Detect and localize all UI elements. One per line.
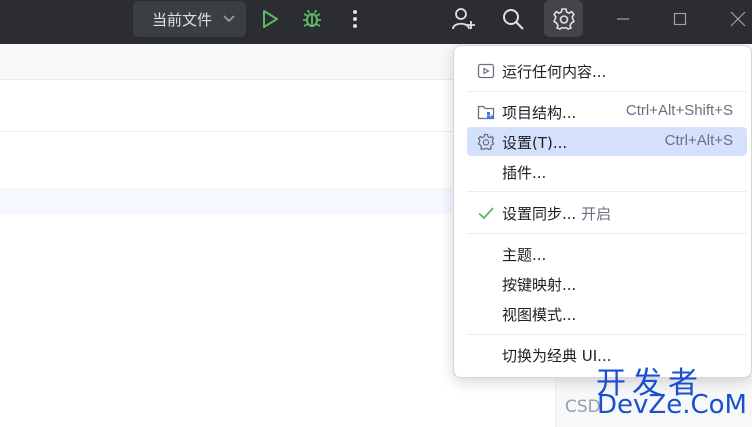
run-button[interactable] bbox=[255, 4, 285, 34]
project-structure-icon bbox=[477, 105, 495, 120]
maximize-button[interactable] bbox=[665, 4, 695, 34]
settings-sync-status: 开启 bbox=[581, 205, 612, 223]
close-button[interactable] bbox=[723, 4, 752, 34]
menu-item-label: 插件... bbox=[502, 164, 547, 182]
menu-item-label: 项目结构... bbox=[502, 104, 577, 122]
menu-item-theme[interactable]: 主题... bbox=[467, 239, 747, 268]
menu-item-plugins[interactable]: 插件... bbox=[467, 157, 747, 186]
debug-icon bbox=[303, 9, 321, 27]
debug-button[interactable] bbox=[297, 4, 327, 34]
gear-icon bbox=[552, 7, 575, 30]
menu-separator bbox=[467, 233, 747, 234]
menu-item-label: 视图模式... bbox=[502, 306, 577, 324]
menu-item-keymap[interactable]: 按键映射... bbox=[467, 269, 747, 298]
add-user-icon bbox=[452, 8, 475, 30]
run-icon bbox=[263, 10, 278, 28]
check-icon bbox=[478, 207, 494, 220]
menu-item-shortcut: Ctrl+Alt+Shift+S bbox=[625, 102, 733, 119]
main-menu-popup: 运行任何内容... 项目结构... Ctrl+Alt+Shift+S 设置(T)… bbox=[453, 45, 752, 378]
maximize-icon bbox=[673, 12, 687, 26]
more-actions-button[interactable] bbox=[340, 4, 370, 34]
more-vertical-icon bbox=[353, 10, 357, 28]
code-with-me-button[interactable] bbox=[449, 4, 479, 34]
chevron-down-icon bbox=[223, 15, 235, 23]
menu-item-run-anything[interactable]: 运行任何内容... bbox=[467, 56, 747, 85]
settings-button[interactable] bbox=[544, 0, 583, 37]
run-anything-icon bbox=[477, 63, 495, 79]
menu-item-label: 运行任何内容... bbox=[502, 63, 607, 81]
menu-separator bbox=[467, 91, 747, 92]
run-configuration-selector[interactable]: 当前文件 bbox=[133, 1, 246, 37]
menu-item-label: 设置同步... 开启 bbox=[502, 203, 611, 224]
gear-icon bbox=[477, 133, 495, 151]
search-icon bbox=[503, 9, 524, 30]
menu-item-project-structure[interactable]: 项目结构... Ctrl+Alt+Shift+S bbox=[467, 97, 747, 126]
run-configuration-label: 当前文件 bbox=[152, 11, 213, 29]
menu-item-view-mode[interactable]: 视图模式... bbox=[467, 299, 747, 328]
close-icon bbox=[730, 11, 746, 27]
menu-item-settings[interactable]: 设置(T)... Ctrl+Alt+S bbox=[467, 127, 747, 156]
menu-item-label: 主题... bbox=[502, 246, 547, 264]
watermark-site: DevZe.CoM bbox=[597, 390, 747, 420]
menu-item-settings-sync[interactable]: 设置同步... 开启 bbox=[467, 198, 747, 227]
menu-separator bbox=[467, 191, 747, 192]
menu-item-label: 设置(T)... bbox=[502, 134, 568, 152]
menu-item-shortcut: Ctrl+Alt+S bbox=[664, 132, 733, 149]
search-button[interactable] bbox=[498, 4, 528, 34]
settings-sync-label: 设置同步... bbox=[502, 205, 577, 223]
minimize-button[interactable] bbox=[608, 4, 638, 34]
title-bar: 当前文件 bbox=[0, 0, 752, 44]
menu-item-label: 按键映射... bbox=[502, 276, 577, 294]
menu-separator bbox=[467, 334, 747, 335]
minimize-icon bbox=[617, 18, 629, 20]
